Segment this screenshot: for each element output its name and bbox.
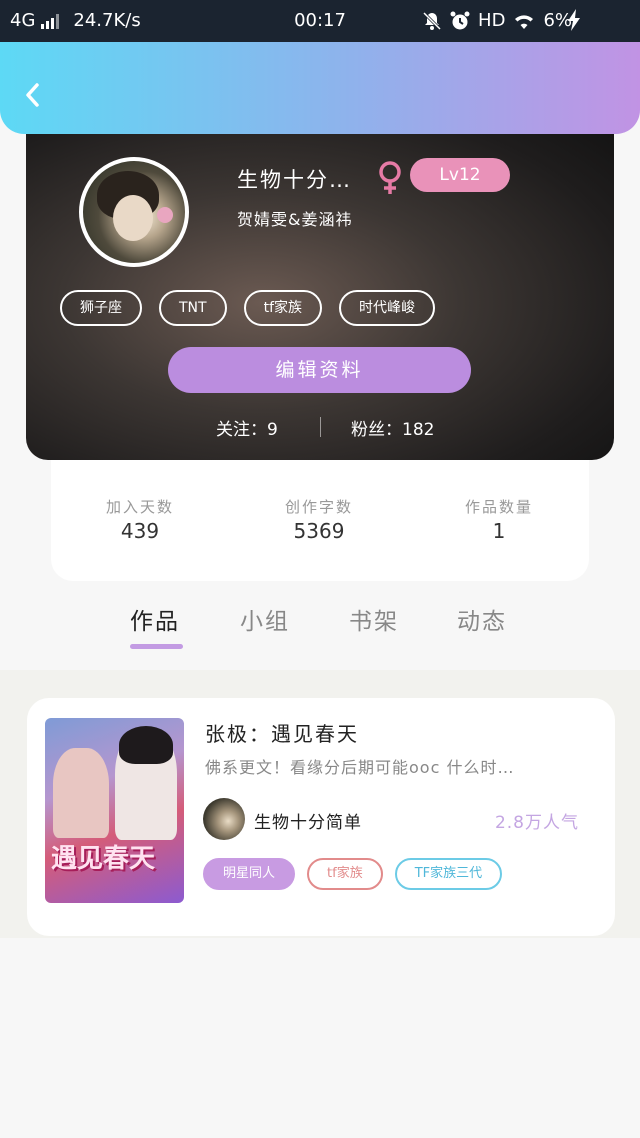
avatar[interactable]	[79, 157, 189, 267]
divider	[320, 417, 321, 437]
level-badge: Lv12	[410, 158, 510, 192]
nickname: 生物十分…	[237, 168, 352, 192]
header-bar	[0, 42, 640, 134]
stat-value: 5369	[293, 519, 345, 543]
stat-works-count: 作品数量 1	[429, 496, 569, 543]
work-description: 佛系更文！看缘分后期可能ooc 什么时…	[205, 758, 515, 777]
profile-card: 生物十分… Lv12 贺婧雯&姜涵祎 狮子座 TNT tf家族 时代峰峻 编辑资…	[26, 110, 614, 460]
stat-label: 作品数量	[464, 498, 533, 516]
tab-groups[interactable]: 小组	[240, 602, 290, 636]
work-tag[interactable]: 明星同人	[203, 858, 296, 890]
profile-tag[interactable]: 时代峰峻	[339, 290, 435, 326]
hd-indicator: HD	[478, 10, 506, 31]
tab-works[interactable]: 作品	[130, 602, 180, 636]
profile-tag[interactable]: tf家族	[243, 290, 322, 326]
book-cover[interactable]: 遇见春天	[45, 718, 184, 903]
profile-tag[interactable]: 狮子座	[60, 290, 142, 326]
mute-bell-icon	[422, 11, 442, 30]
work-tag[interactable]: tf家族	[307, 858, 383, 890]
work-tags: 明星同人 tf家族 TF家族三代	[203, 858, 503, 890]
edit-profile-button[interactable]: 编辑资料	[168, 347, 471, 393]
author-avatar[interactable]	[203, 798, 245, 840]
work-card[interactable]: 遇见春天 张极：遇见春天 佛系更文！看缘分后期可能ooc 什么时… 生物十分简单…	[27, 698, 615, 936]
chevron-left-icon[interactable]	[20, 80, 46, 110]
profile-tag[interactable]: TNT	[159, 290, 227, 326]
profile-subtitle: 贺婧雯&姜涵祎	[237, 210, 353, 229]
stat-value: 1	[492, 519, 506, 543]
charging-bolt-icon	[568, 9, 580, 31]
tab-bookshelf[interactable]: 书架	[349, 602, 399, 636]
work-tag[interactable]: TF家族三代	[394, 858, 503, 890]
active-tab-indicator	[130, 644, 183, 649]
followers-count[interactable]: 粉丝：182	[351, 415, 434, 440]
popularity-count: 2.8万人气	[494, 813, 579, 833]
profile-tabs: 作品 小组 书架 动态	[0, 600, 640, 670]
cover-title: 遇见春天	[51, 844, 156, 874]
female-icon	[379, 161, 401, 194]
tab-activity[interactable]: 动态	[457, 602, 507, 636]
work-title[interactable]: 张极：遇见春天	[205, 718, 359, 747]
author-name[interactable]: 生物十分简单	[254, 808, 362, 833]
status-bar: 4G 24.7K/s 00:17 HD 6%	[0, 0, 640, 42]
profile-tags: 狮子座 TNT tf家族 时代峰峻	[60, 290, 435, 326]
works-list: 遇见春天 张极：遇见春天 佛系更文！看缘分后期可能ooc 什么时… 生物十分简单…	[0, 670, 640, 938]
stat-label: 创作字数	[284, 498, 353, 516]
alarm-icon	[450, 11, 470, 29]
stat-word-count: 创作字数 5369	[249, 496, 389, 543]
stats-card: 加入天数 439 创作字数 5369 作品数量 1	[51, 460, 589, 581]
stat-join-days: 加入天数 439	[70, 496, 210, 543]
following-count[interactable]: 关注：9	[216, 415, 278, 440]
stat-value: 439	[120, 519, 160, 543]
wifi-icon	[515, 14, 534, 29]
stat-label: 加入天数	[105, 498, 174, 516]
